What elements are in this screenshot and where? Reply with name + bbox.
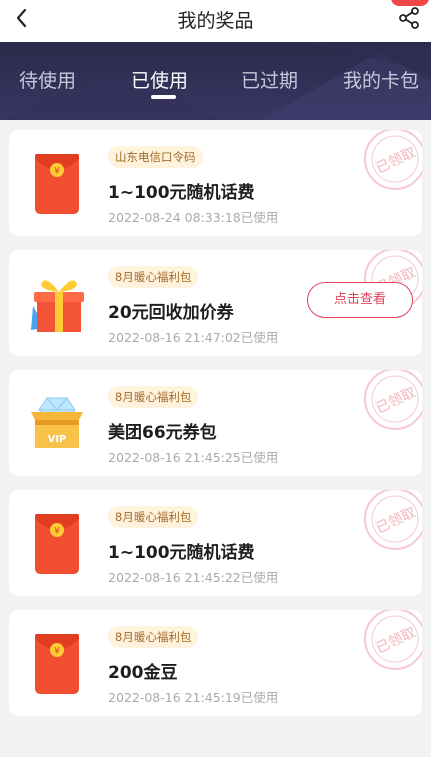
claimed-stamp-icon: 已领取 (364, 610, 422, 670)
red-envelope-icon: ¥ (35, 154, 79, 214)
tab-unused[interactable]: 待使用 (19, 66, 76, 93)
page-title: 我的奖品 (177, 10, 254, 32)
prize-tag: 8月暖心福利包 (108, 506, 199, 528)
svg-text:¥: ¥ (54, 647, 60, 657)
prize-time: 2022-08-16 21:47:02已使用 (108, 330, 279, 345)
top-bar: 我的奖品 (0, 0, 431, 42)
prize-name: 美团66元券包 (108, 423, 217, 443)
prize-name: 1~100元随机话费 (108, 183, 255, 203)
claimed-stamp-icon: 已领取 (364, 490, 422, 550)
prize-tag: 8月暖心福利包 (108, 386, 199, 408)
prize-tag: 8月暖心福利包 (108, 626, 199, 648)
svg-text:¥: ¥ (54, 527, 60, 537)
share-icon[interactable] (396, 5, 422, 31)
tab-used[interactable]: 已使用 (131, 66, 188, 93)
prize-card[interactable]: ¥ 8月暖心福利包 1~100元随机话费 2022-08-16 21:45:22… (9, 490, 422, 596)
prize-tag: 8月暖心福利包 (108, 266, 199, 288)
svg-text:VIP: VIP (48, 434, 67, 445)
prize-time: 2022-08-16 21:45:25已使用 (108, 450, 279, 465)
prize-name: 1~100元随机话费 (108, 543, 255, 563)
prize-time: 2022-08-24 08:33:18已使用 (108, 210, 279, 225)
prize-name: 20元回收加价券 (108, 303, 234, 323)
active-tab-indicator (151, 95, 176, 99)
prize-tag: 山东电信口令码 (108, 146, 203, 168)
gift-box-icon (31, 280, 84, 332)
tab-expired[interactable]: 已过期 (241, 66, 298, 93)
svg-text:¥: ¥ (54, 167, 60, 177)
prize-card[interactable]: VIP 8月暖心福利包 美团66元券包 2022-08-16 21:45:25已… (9, 370, 422, 476)
view-details-button[interactable]: 点击查看 (307, 282, 413, 318)
svg-text:已领取: 已领取 (373, 145, 418, 177)
claimed-stamp-icon: 已领取 (364, 130, 422, 190)
prize-card[interactable]: ¥ 8月暖心福利包 200金豆 2022-08-16 21:45:19已使用 已… (9, 610, 422, 716)
red-envelope-icon: ¥ (35, 634, 79, 694)
prize-card[interactable]: ¥ 山东电信口令码 1~100元随机话费 2022-08-24 08:33:18… (9, 130, 422, 236)
tab-my-card-pack[interactable]: 我的卡包 (343, 66, 419, 93)
svg-text:已领取: 已领取 (373, 505, 418, 537)
tab-bar: 待使用 已使用 已过期 我的卡包 (0, 42, 431, 120)
prize-card[interactable]: 8月暖心福利包 20元回收加价券 2022-08-16 21:47:02已使用 … (9, 250, 422, 356)
prize-time: 2022-08-16 21:45:19已使用 (108, 690, 279, 705)
svg-text:已领取: 已领取 (373, 625, 418, 657)
prize-name: 200金豆 (108, 663, 178, 683)
red-envelope-icon: ¥ (35, 514, 79, 574)
prize-time: 2022-08-16 21:45:22已使用 (108, 570, 279, 585)
vip-chest-icon: VIP (31, 397, 83, 448)
svg-text:已领取: 已领取 (373, 385, 418, 417)
claimed-stamp-icon: 已领取 (364, 370, 422, 430)
